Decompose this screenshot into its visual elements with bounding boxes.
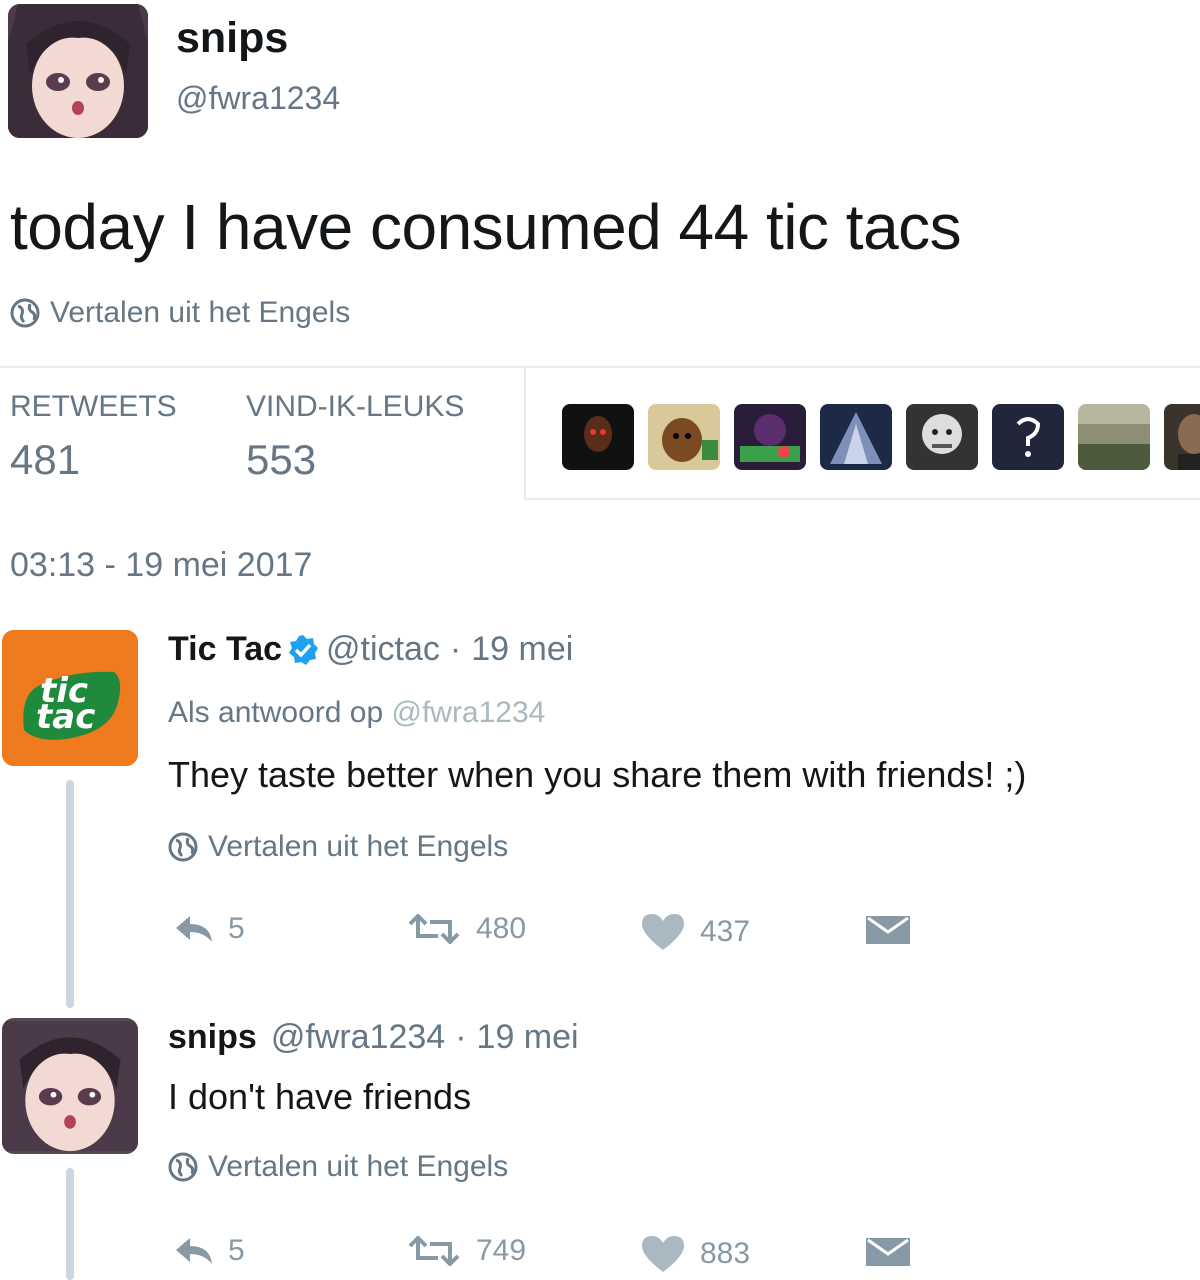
reply-author-handle[interactable]: @fwra1234 <box>271 1018 445 1057</box>
author-handle[interactable]: @fwra1234 <box>176 80 340 117</box>
separator-dot: · <box>449 630 462 668</box>
svg-text:tac: tac <box>36 697 95 737</box>
thread-line <box>66 1168 74 1280</box>
retweet-icon <box>408 1236 460 1266</box>
reply-to-handle[interactable]: @fwra1234 <box>391 696 545 729</box>
liker-avatar[interactable] <box>734 404 806 470</box>
message-button[interactable] <box>864 914 926 946</box>
message-button[interactable] <box>864 1236 926 1268</box>
retweets-count[interactable]: 481 <box>10 436 80 484</box>
message-icon <box>866 916 910 944</box>
globe-icon <box>168 832 198 862</box>
retweet-button[interactable]: 749 <box>406 1234 526 1268</box>
translate-label: Vertalen uit het Engels <box>50 296 351 329</box>
reply-icon <box>176 1238 212 1264</box>
tweet-timestamp[interactable]: 03:13 - 19 mei 2017 <box>10 546 312 585</box>
retweet-button[interactable]: 480 <box>406 912 526 946</box>
reply-author-handle[interactable]: @tictac <box>326 630 440 669</box>
translate-label: Vertalen uit het Engels <box>208 830 509 863</box>
divider <box>524 498 1200 500</box>
message-icon <box>866 1238 910 1266</box>
retweet-count: 749 <box>476 1234 527 1267</box>
retweet-icon <box>408 914 460 944</box>
like-count: 883 <box>700 1237 751 1270</box>
liker-avatar[interactable] <box>992 404 1064 470</box>
avatar[interactable] <box>8 4 148 138</box>
heart-icon <box>642 1236 684 1272</box>
retweet-count: 480 <box>476 912 527 945</box>
reply-button[interactable]: 5 <box>174 1234 245 1268</box>
stats-divider <box>524 368 526 498</box>
reply-author-name[interactable]: Tic Tac <box>168 630 282 669</box>
translate-link[interactable]: Vertalen uit het Engels <box>168 1150 508 1184</box>
reply-count: 5 <box>228 1234 245 1267</box>
reply-date[interactable]: 19 mei <box>477 1018 579 1057</box>
likes-count[interactable]: 553 <box>246 436 316 484</box>
reply-count: 5 <box>228 912 245 945</box>
reply-author-name[interactable]: snips <box>168 1018 257 1057</box>
reply-header: Tic Tac @tictac · 19 mei <box>168 630 573 669</box>
reply-text: They taste better when you share them wi… <box>168 754 1027 795</box>
separator-dot: · <box>455 1018 467 1056</box>
translate-link[interactable]: Vertalen uit het Engels <box>168 830 508 864</box>
globe-icon <box>10 298 40 328</box>
liker-avatar[interactable] <box>562 404 634 470</box>
reply-to: Als antwoord op @fwra1234 <box>168 696 545 730</box>
reply-to-prefix: Als antwoord op <box>168 696 384 729</box>
like-count: 437 <box>700 915 751 948</box>
tweet-text: today I have consumed 44 tic tacs <box>10 191 962 263</box>
liker-avatar[interactable] <box>648 404 720 470</box>
translate-label: Vertalen uit het Engels <box>208 1150 509 1183</box>
heart-icon <box>642 914 684 950</box>
like-button[interactable]: 437 <box>640 912 750 952</box>
divider <box>0 366 1200 368</box>
translate-link[interactable]: Vertalen uit het Engels <box>10 296 350 330</box>
thread-line <box>66 780 74 1008</box>
author-name[interactable]: snips <box>176 14 288 63</box>
liker-avatar[interactable] <box>820 404 892 470</box>
reply-text: I don't have friends <box>168 1076 472 1117</box>
likes-label[interactable]: VIND-IK-LEUKS <box>246 390 464 424</box>
reply-date[interactable]: 19 mei <box>471 630 573 669</box>
like-button[interactable]: 883 <box>640 1234 750 1274</box>
avatar[interactable] <box>2 1018 138 1154</box>
likers-avatars <box>562 404 1200 470</box>
verified-icon <box>289 634 319 665</box>
reply-header: snips @fwra1234 · 19 mei <box>168 1018 579 1057</box>
globe-icon <box>168 1152 198 1182</box>
reply-button[interactable]: 5 <box>174 912 245 946</box>
liker-avatar[interactable] <box>1164 404 1200 470</box>
tictac-avatar[interactable]: tic tac <box>2 630 138 766</box>
liker-avatar[interactable] <box>1078 404 1150 470</box>
liker-avatar[interactable] <box>906 404 978 470</box>
retweets-label[interactable]: RETWEETS <box>10 390 177 424</box>
reply-icon <box>176 916 212 942</box>
